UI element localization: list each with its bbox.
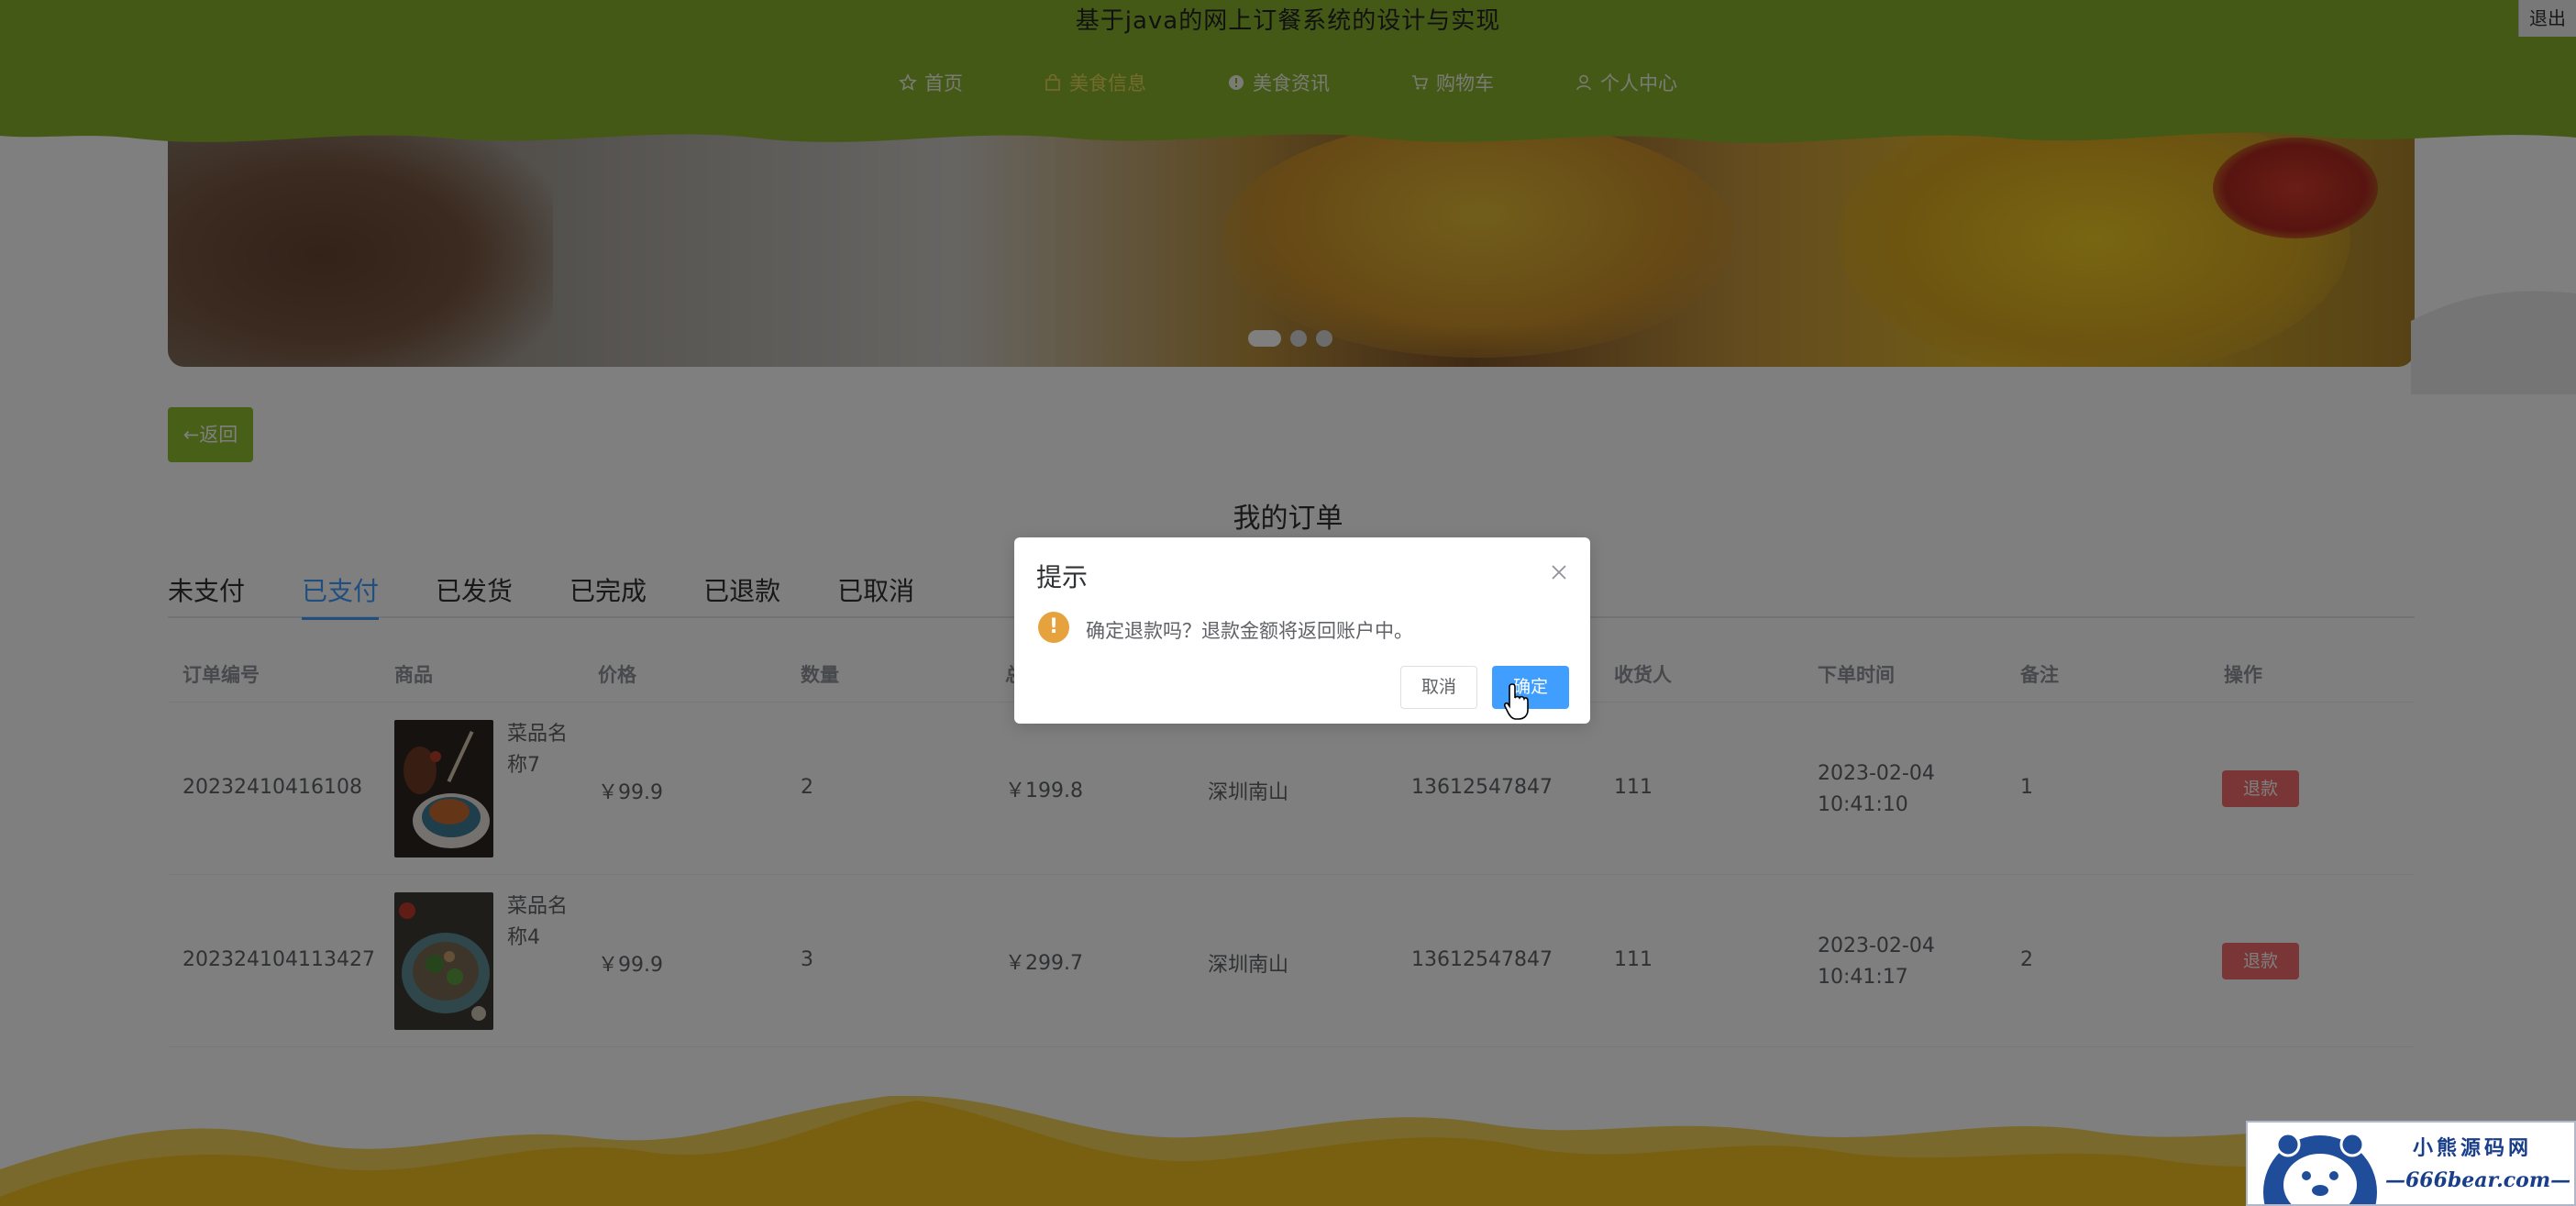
watermark-logo: 小熊源码网 —666bear.com—	[2246, 1121, 2576, 1206]
cancel-button[interactable]: 取消	[1400, 666, 1477, 709]
watermark-url: —666bear.com—	[2385, 1168, 2571, 1192]
hand-cursor-icon	[1504, 683, 1529, 720]
close-icon[interactable]	[1550, 563, 1568, 581]
watermark-name: 小熊源码网	[2413, 1136, 2533, 1160]
dialog-message: 确定退款吗？退款金额将返回账户中。	[1086, 620, 1413, 642]
dialog-title: 提示	[1036, 562, 1089, 592]
warning-icon: !	[1038, 612, 1069, 643]
bear-logo-icon	[2263, 1132, 2377, 1204]
